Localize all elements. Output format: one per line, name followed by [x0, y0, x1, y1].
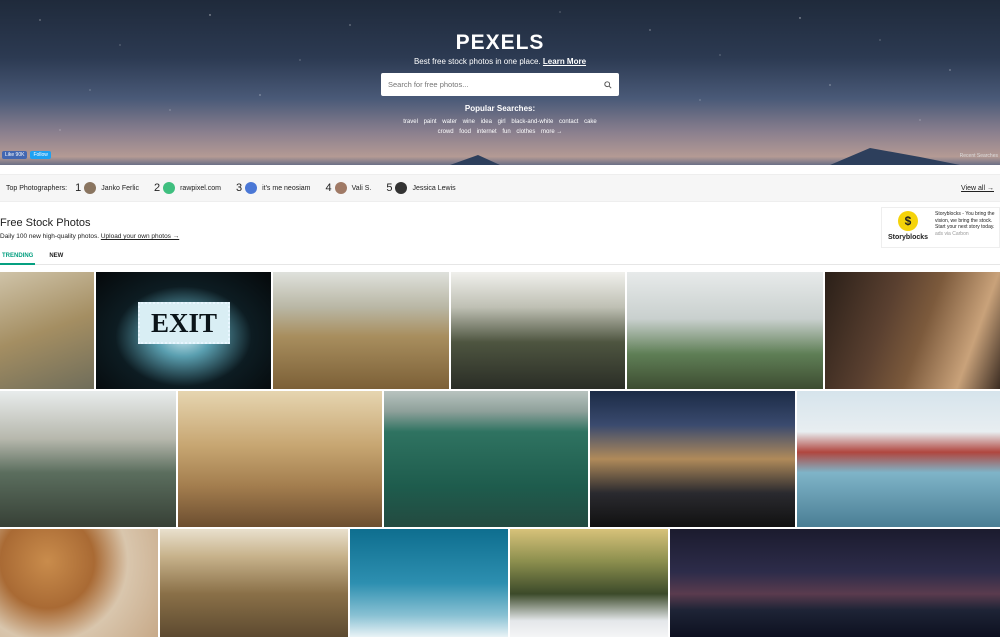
tag-link[interactable]: water: [442, 119, 457, 125]
photographer-rank: 1: [75, 182, 82, 194]
photographer-rank: 3: [235, 182, 243, 194]
photo-train-frozen-lake[interactable]: [797, 391, 1000, 527]
tag-link[interactable]: travel: [403, 119, 418, 125]
photo-couple-cliff-selfie[interactable]: [451, 272, 625, 389]
photographer-name[interactable]: Jessica Lewis: [412, 185, 455, 192]
avatar[interactable]: [245, 182, 258, 194]
social-buttons: Like 90K Follow: [2, 151, 51, 159]
photo-cookies-tray[interactable]: [0, 529, 158, 637]
photo-raised-arms-hills[interactable]: [627, 272, 823, 389]
search-bar[interactable]: [381, 73, 619, 96]
photo-green-sea[interactable]: [384, 391, 588, 527]
tag-link[interactable]: clothes: [516, 129, 535, 135]
tab-new[interactable]: NEW: [47, 251, 65, 265]
more-tags-link[interactable]: more →: [541, 129, 562, 135]
learn-more-link[interactable]: Learn More: [543, 57, 586, 66]
tag-link[interactable]: black-and-white: [511, 119, 553, 125]
photographer-5[interactable]: 5 Jessica Lewis: [386, 182, 456, 194]
storyblocks-logo[interactable]: $ Storyblocks: [885, 211, 931, 241]
ad-text[interactable]: Storyblocks - You bring the vision, we b…: [935, 211, 996, 231]
photo-kite-snow[interactable]: [350, 529, 508, 637]
photo-city-street-lights[interactable]: [590, 391, 795, 527]
photographer-name[interactable]: it's me neosiam: [262, 185, 310, 192]
tag-link[interactable]: internet: [477, 129, 497, 135]
tagline-text: Best free stock photos in one place.: [413, 57, 541, 66]
tags-row-2: crowd food internet fun clothes more →: [0, 127, 1000, 137]
avatar[interactable]: [84, 182, 97, 194]
hero-banner: PEXELS Best free stock photos in one pla…: [0, 0, 1000, 165]
tags-row-1: travel paint water wine idea girl black-…: [0, 117, 1000, 127]
carbon-ad[interactable]: $ Storyblocks Storyblocks - You bring th…: [881, 207, 1000, 248]
ad-copy: Storyblocks - You bring the vision, we b…: [935, 211, 996, 237]
recent-searches-link[interactable]: Recent Searches: [960, 153, 998, 159]
tag-link[interactable]: paint: [424, 119, 437, 125]
facebook-like-button[interactable]: Like 90K: [2, 151, 28, 159]
hero-tagline: Best free stock photos in one place. Lea…: [0, 57, 1000, 66]
avatar[interactable]: [163, 182, 176, 194]
photo-city-night-skyline[interactable]: [670, 529, 1000, 637]
pexels-logo[interactable]: PEXELS: [0, 31, 1000, 55]
popular-searches-title: Popular Searches:: [464, 104, 536, 113]
ad-brand: Storyblocks: [887, 234, 929, 241]
photo-snow-forest-sun[interactable]: [510, 529, 668, 637]
exit-sign-graphic: EXIT: [138, 302, 230, 344]
view-all-link[interactable]: View all →: [961, 185, 994, 192]
photographer-1[interactable]: 1 Janko Ferlic: [75, 182, 139, 194]
subtitle-text: Daily 100 new high-quality photos.: [0, 233, 100, 240]
photographer-3[interactable]: 3 it's me neosiam: [236, 182, 311, 194]
photo-woman-wheat-field[interactable]: [273, 272, 449, 389]
tag-link[interactable]: food: [459, 129, 471, 135]
photo-map-in-field[interactable]: [0, 272, 94, 389]
photographer-rank: 4: [325, 182, 332, 194]
upload-photos-link[interactable]: Upload your own photos →: [101, 233, 179, 240]
top-photographers-bar: Top Photographers: 1 Janko Ferlic 2 rawp…: [0, 174, 1000, 202]
page-title: Free Stock Photos: [0, 217, 91, 229]
photographer-4[interactable]: 4 Vali S.: [325, 182, 372, 194]
tag-link[interactable]: fun: [502, 129, 510, 135]
photographer-name[interactable]: Janko Ferlic: [101, 185, 139, 192]
mountain-silhouette: [450, 148, 960, 165]
section-subtitle: Daily 100 new high-quality photos. Uploa…: [0, 233, 179, 240]
popular-tags: travel paint water wine idea girl black-…: [0, 117, 1000, 137]
search-input[interactable]: [388, 80, 588, 89]
tag-link[interactable]: cake: [584, 119, 597, 125]
dollar-icon: $: [898, 211, 918, 231]
photo-men-talking[interactable]: [825, 272, 1000, 389]
tag-link[interactable]: idea: [481, 119, 492, 125]
tag-link[interactable]: girl: [498, 119, 506, 125]
photographer-name[interactable]: Vali S.: [352, 185, 372, 192]
tag-link[interactable]: crowd: [438, 129, 454, 135]
photo-tabs: TRENDING NEW: [0, 251, 1000, 265]
tag-link[interactable]: contact: [559, 119, 578, 125]
photo-couple-lake-cliffs[interactable]: [0, 391, 176, 527]
photographer-name[interactable]: rawpixel.com: [180, 185, 221, 192]
photo-exit-sign[interactable]: EXIT: [96, 272, 271, 389]
twitter-follow-button[interactable]: Follow: [30, 151, 51, 159]
search-icon[interactable]: [604, 80, 612, 89]
avatar[interactable]: [334, 182, 347, 194]
top-photographers-label: Top Photographers:: [6, 184, 68, 192]
photo-forest-aerial[interactable]: [160, 529, 348, 637]
tag-link[interactable]: wine: [463, 119, 475, 125]
tab-trending[interactable]: TRENDING: [0, 251, 36, 265]
ad-via-carbon[interactable]: ads via Carbon: [935, 231, 996, 238]
avatar[interactable]: [395, 182, 408, 194]
photo-girl-camera-sunset[interactable]: [178, 391, 382, 527]
photographer-2[interactable]: 2 rawpixel.com: [154, 182, 221, 194]
photographer-rank: 5: [386, 182, 393, 194]
photographer-rank: 2: [153, 182, 161, 194]
